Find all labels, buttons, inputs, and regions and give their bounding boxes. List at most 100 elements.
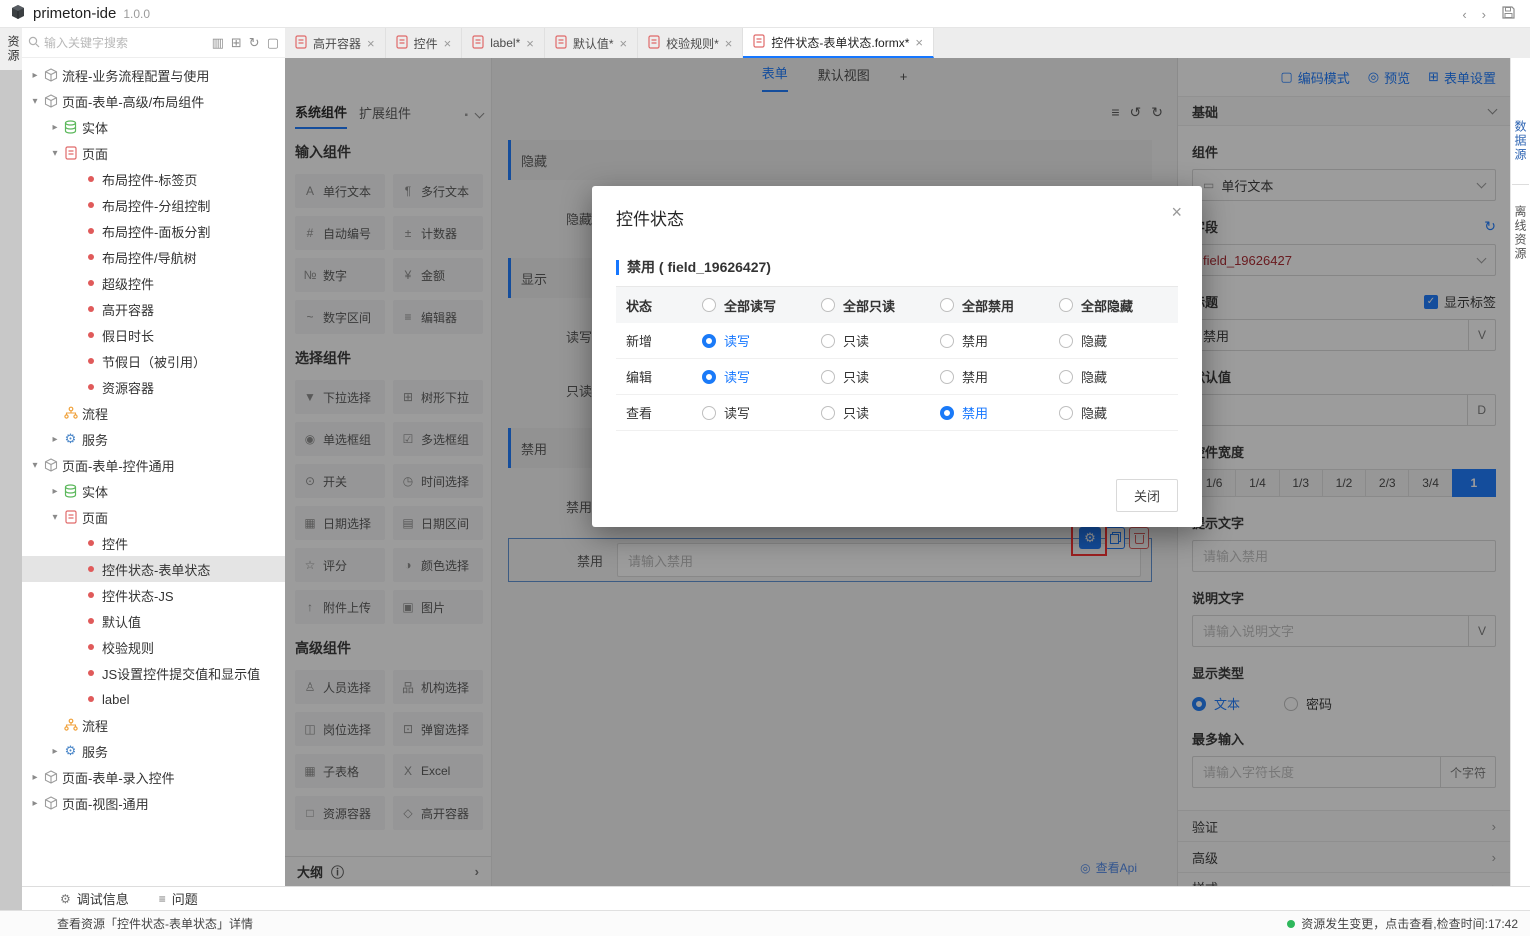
radio-icon[interactable] — [702, 406, 716, 420]
radio-icon[interactable] — [1059, 370, 1073, 384]
tree-item[interactable]: label — [22, 686, 285, 712]
radio-icon[interactable] — [702, 370, 716, 384]
state-option[interactable]: 读写 — [702, 403, 821, 422]
radio-icon[interactable] — [702, 298, 716, 312]
tree-expand-icon[interactable]: ▸ — [28, 772, 42, 783]
state-option[interactable]: 禁用 — [940, 367, 1059, 386]
tree-expand-icon[interactable]: ▸ — [48, 746, 62, 757]
tree-item[interactable]: ▸流程-业务流程配置与使用 — [22, 62, 285, 88]
close-tab-icon[interactable]: × — [725, 36, 733, 51]
close-icon[interactable]: × — [1171, 202, 1182, 223]
tree-item[interactable]: 默认值 — [22, 608, 285, 634]
tree-item[interactable]: 流程 — [22, 400, 285, 426]
state-option[interactable]: 只读 — [821, 367, 940, 386]
tree-item[interactable]: 控件状态-表单状态 — [22, 556, 285, 582]
editor-tab[interactable]: 控件× — [386, 28, 463, 58]
tree-expand-icon[interactable]: ▸ — [28, 798, 42, 809]
bottom-tab-debug[interactable]: ⚙调试信息 — [60, 889, 129, 908]
refresh-icon[interactable]: ↻ — [249, 36, 260, 49]
rail-item-resources[interactable]: 资源 — [0, 28, 22, 70]
radio-icon[interactable] — [821, 334, 835, 348]
tree-expand-icon[interactable]: ▸ — [48, 434, 62, 445]
tree-item[interactable]: ▾页面-表单-控件通用 — [22, 452, 285, 478]
radio-icon[interactable] — [1059, 334, 1073, 348]
tree-item[interactable]: 高开容器 — [22, 296, 285, 322]
tree-item[interactable]: 控件状态-JS — [22, 582, 285, 608]
tree-collapse-icon[interactable]: ▾ — [28, 460, 42, 471]
nav-forward-icon[interactable]: › — [1482, 8, 1486, 21]
collapse-panels-icon[interactable]: ▢ — [267, 36, 279, 49]
tree-item[interactable]: 资源容器 — [22, 374, 285, 400]
tree-expand-icon[interactable]: ▸ — [48, 486, 62, 497]
editor-tab[interactable]: 高开容器× — [285, 28, 386, 58]
close-tab-icon[interactable]: × — [620, 36, 628, 51]
tree-item[interactable]: 布局控件/导航树 — [22, 244, 285, 270]
radio-icon[interactable] — [940, 334, 954, 348]
tree-expand-icon[interactable]: ▸ — [28, 70, 42, 81]
radio-icon[interactable] — [702, 334, 716, 348]
radio-icon[interactable] — [940, 406, 954, 420]
tree-item[interactable]: ▸页面-表单-录入控件 — [22, 764, 285, 790]
rail-item-datasource[interactable]: 数据源 — [1512, 110, 1529, 185]
tree-item[interactable]: 布局控件-分组控制 — [22, 192, 285, 218]
state-option[interactable]: 读写 — [702, 367, 821, 386]
tree-collapse-icon[interactable]: ▾ — [28, 96, 42, 107]
tree-item[interactable]: 节假日（被引用） — [22, 348, 285, 374]
state-option[interactable]: 禁用 — [940, 403, 1059, 422]
editor-tab[interactable]: 默认值*× — [545, 28, 638, 58]
state-option[interactable]: 读写 — [702, 331, 821, 350]
modal-close-button[interactable]: 关闭 — [1116, 479, 1178, 512]
search-input[interactable] — [44, 36, 154, 50]
tree-item[interactable]: ▸实体 — [22, 478, 285, 504]
tree-item[interactable]: ▾页面-表单-高级/布局组件 — [22, 88, 285, 114]
bulk-option[interactable]: 全部隐藏 — [1059, 296, 1178, 315]
close-tab-icon[interactable]: × — [526, 36, 534, 51]
close-tab-icon[interactable]: × — [367, 36, 375, 51]
bottom-tab-problems[interactable]: ≡问题 — [159, 889, 198, 908]
state-option[interactable]: 只读 — [821, 403, 940, 422]
bulk-option[interactable]: 全部读写 — [702, 296, 821, 315]
state-option[interactable]: 禁用 — [940, 331, 1059, 350]
bulk-option[interactable]: 全部只读 — [821, 296, 940, 315]
radio-icon[interactable] — [821, 406, 835, 420]
tree-item[interactable]: 超级控件 — [22, 270, 285, 296]
tree-item[interactable]: JS设置控件提交值和显示值 — [22, 660, 285, 686]
tree-collapse-icon[interactable]: ▾ — [48, 512, 62, 523]
tree-item[interactable]: ▸实体 — [22, 114, 285, 140]
tree-item[interactable]: ▸⚙服务 — [22, 738, 285, 764]
tree-item[interactable]: 假日时长 — [22, 322, 285, 348]
radio-icon[interactable] — [821, 370, 835, 384]
tree-item[interactable]: 流程 — [22, 712, 285, 738]
import-icon[interactable]: ▥ — [212, 36, 224, 49]
tree-expand-icon[interactable]: ▸ — [48, 122, 62, 133]
save-icon[interactable] — [1501, 5, 1516, 24]
state-option[interactable]: 隐藏 — [1059, 367, 1178, 386]
nav-back-icon[interactable]: ‹ — [1462, 8, 1466, 21]
editor-tab[interactable]: label*× — [462, 28, 545, 58]
radio-icon[interactable] — [821, 298, 835, 312]
rail-item-offline-resources[interactable]: 离线资源 — [1512, 195, 1529, 271]
status-right-text[interactable]: 资源发生变更，点击查看,检查时间:17:42 — [1301, 915, 1518, 932]
tree-item[interactable]: 布局控件-面板分割 — [22, 218, 285, 244]
radio-icon[interactable] — [1059, 406, 1073, 420]
tree-item[interactable]: 校验规则 — [22, 634, 285, 660]
close-tab-icon[interactable]: × — [915, 35, 923, 50]
editor-tab[interactable]: 校验规则*× — [638, 28, 743, 58]
tree-item[interactable]: 控件 — [22, 530, 285, 556]
state-option[interactable]: 隐藏 — [1059, 403, 1178, 422]
radio-icon[interactable] — [940, 370, 954, 384]
close-tab-icon[interactable]: × — [444, 36, 452, 51]
tree-item[interactable]: 布局控件-标签页 — [22, 166, 285, 192]
bulk-option[interactable]: 全部禁用 — [940, 296, 1059, 315]
tree-collapse-icon[interactable]: ▾ — [48, 148, 62, 159]
state-option[interactable]: 只读 — [821, 331, 940, 350]
editor-tab[interactable]: 控件状态-表单状态.formx*× — [743, 28, 934, 58]
tree-item[interactable]: ▾页面 — [22, 504, 285, 530]
add-folder-icon[interactable]: ⊞ — [231, 36, 242, 49]
tree-item[interactable]: ▾页面 — [22, 140, 285, 166]
state-option[interactable]: 隐藏 — [1059, 331, 1178, 350]
radio-icon[interactable] — [940, 298, 954, 312]
tree-item[interactable]: ▸页面-视图-通用 — [22, 790, 285, 816]
tree-item[interactable]: ▸⚙服务 — [22, 426, 285, 452]
radio-icon[interactable] — [1059, 298, 1073, 312]
